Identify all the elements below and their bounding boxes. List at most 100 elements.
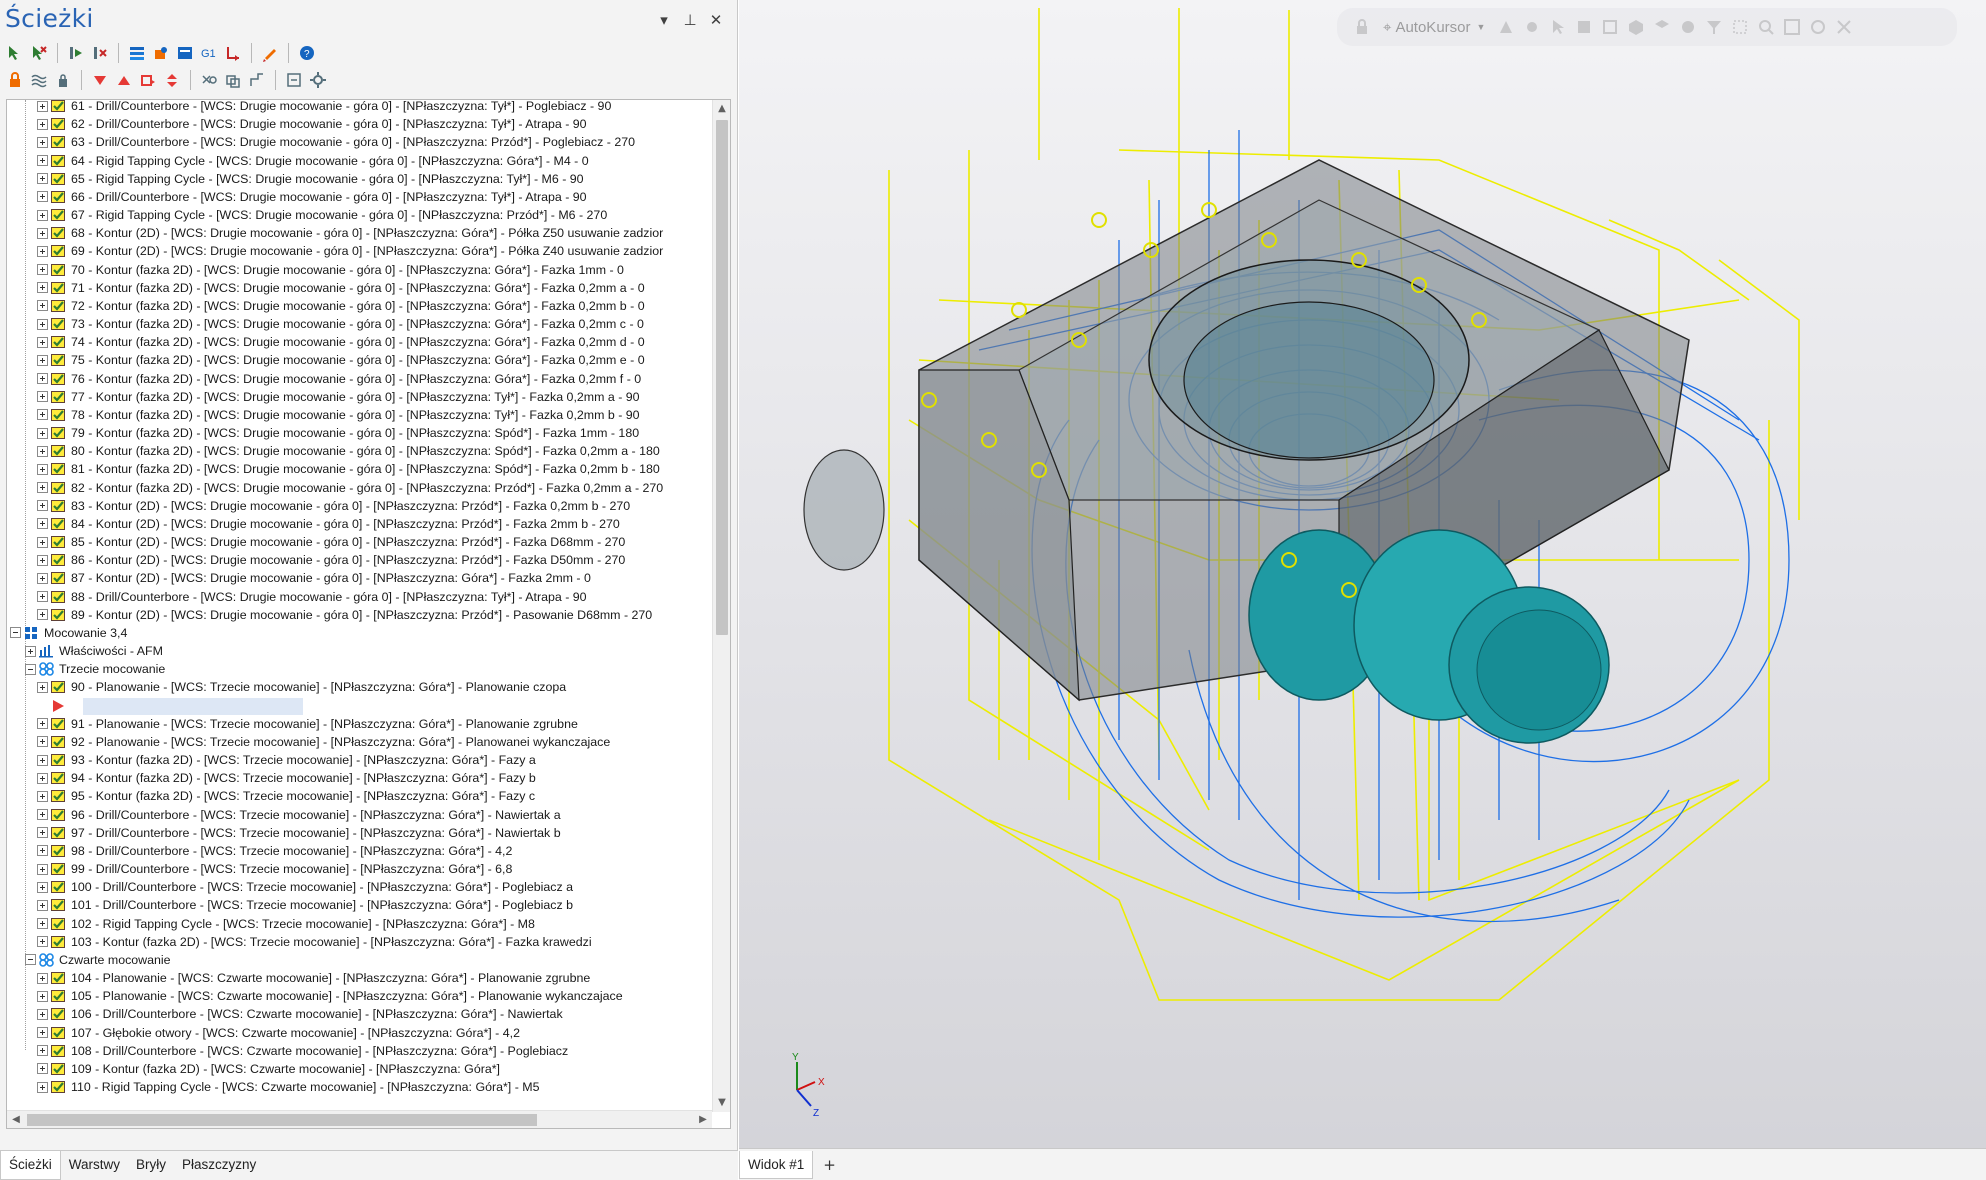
toolpath-row[interactable]: 75 - Kontur (fazka 2D) - [WCS: Drugie mo…	[37, 351, 645, 369]
regenerate-icon[interactable]	[65, 42, 87, 64]
expand-icon[interactable]	[37, 918, 48, 929]
pan-icon[interactable]	[1833, 16, 1855, 38]
expand-icon[interactable]	[37, 118, 48, 130]
expand-icon[interactable]	[37, 173, 48, 185]
expand-icon[interactable]	[37, 845, 48, 857]
expand-icon[interactable]	[37, 863, 48, 875]
toolpath-row[interactable]: 81 - Kontur (fazka 2D) - [WCS: Drugie mo…	[37, 460, 660, 478]
snap-settings-icon[interactable]	[1521, 16, 1543, 38]
expand-icon[interactable]	[37, 100, 48, 112]
expand-icon[interactable]	[37, 354, 48, 366]
toolpath-row[interactable]: 96 - Drill/Counterbore - [WCS: Trzecie m…	[37, 806, 561, 824]
toolpath-row[interactable]: 102 - Rigid Tapping Cycle - [WCS: Trzeci…	[37, 915, 535, 933]
expand-icon[interactable]	[37, 809, 48, 820]
expand-icon[interactable]	[37, 373, 48, 384]
select-arrow-icon[interactable]	[1547, 16, 1569, 38]
toolpath-row[interactable]: 64 - Rigid Tapping Cycle - [WCS: Drugie …	[37, 152, 589, 170]
toolpath-row[interactable]: 99 - Drill/Counterbore - [WCS: Trzecie m…	[37, 860, 512, 878]
copy-icon[interactable]	[198, 69, 220, 91]
expand-icon[interactable]	[37, 518, 48, 530]
expand-icon[interactable]	[37, 409, 48, 421]
toolpath-row[interactable]: 93 - Kontur (fazka 2D) - [WCS: Trzecie m…	[37, 751, 536, 769]
stock-icon[interactable]	[150, 42, 172, 64]
expand-icon[interactable]	[37, 391, 48, 403]
expand-icon[interactable]	[37, 754, 48, 766]
expand-icon[interactable]	[37, 427, 48, 439]
expand-icon[interactable]	[37, 899, 48, 911]
delete-toolpath-icon[interactable]	[89, 42, 111, 64]
section-view-icon[interactable]	[1677, 16, 1699, 38]
toolpath-row[interactable]: 87 - Kontur (2D) - [WCS: Drugie mocowani…	[37, 569, 591, 587]
tab-widok-1[interactable]: Widok #1	[739, 1150, 814, 1179]
toolpath-row[interactable]: 77 - Kontur (fazka 2D) - [WCS: Drugie mo…	[37, 388, 640, 406]
expand-icon[interactable]	[37, 609, 48, 621]
expand-icon[interactable]	[37, 1081, 48, 1093]
toolpath-row[interactable]: 83 - Kontur (2D) - [WCS: Drugie mocowani…	[37, 497, 630, 515]
expand-icon[interactable]	[37, 482, 48, 493]
move-up-icon[interactable]	[113, 69, 135, 91]
toolpath-row[interactable]: 68 - Kontur (2D) - [WCS: Drugie mocowani…	[37, 224, 663, 242]
properties-row[interactable]: Właściwości - AFM	[25, 642, 163, 660]
expand-icon[interactable]	[37, 772, 48, 784]
expand-icon[interactable]	[37, 155, 48, 166]
expand-icon[interactable]	[25, 645, 36, 657]
lock-icon[interactable]	[1351, 16, 1373, 38]
expand-icon[interactable]	[37, 790, 48, 802]
graphics-viewport[interactable]: ⌖ AutoKursor ▼ Y X Z	[739, 0, 1986, 1148]
expand-icon[interactable]	[37, 936, 48, 948]
cube-view-icon[interactable]	[1625, 16, 1647, 38]
expand-icon[interactable]	[37, 300, 48, 312]
autokursor-dropdown[interactable]: ⌖ AutoKursor ▼	[1383, 19, 1485, 36]
toolpath-row[interactable]: 65 - Rigid Tapping Cycle - [WCS: Drugie …	[37, 170, 584, 188]
scroll-left-icon[interactable]: ◀	[7, 1111, 25, 1128]
toolpath-row[interactable]: 98 - Drill/Counterbore - [WCS: Trzecie m…	[37, 842, 512, 860]
toolpath-row[interactable]: 97 - Drill/Counterbore - [WCS: Trzecie m…	[37, 824, 561, 842]
expand-icon[interactable]	[37, 191, 48, 203]
toolpath-row[interactable]: 100 - Drill/Counterbore - [WCS: Trzecie …	[37, 878, 573, 896]
toolpath-row[interactable]: 78 - Kontur (fazka 2D) - [WCS: Drugie mo…	[37, 406, 640, 424]
settings-icon[interactable]	[307, 69, 329, 91]
scroll-up-icon[interactable]: ▲	[713, 100, 730, 118]
wireframe-view-icon[interactable]	[1599, 16, 1621, 38]
simulate-icon[interactable]	[174, 42, 196, 64]
expand-icon[interactable]	[37, 318, 48, 330]
toolpath-row[interactable]: 106 - Drill/Counterbore - [WCS: Czwarte …	[37, 1005, 563, 1023]
toolpath-row[interactable]: 104 - Planowanie - [WCS: Czwarte mocowan…	[37, 969, 590, 987]
toolpath-row[interactable]: 72 - Kontur (fazka 2D) - [WCS: Drugie mo…	[37, 297, 645, 315]
expand-icon[interactable]	[37, 827, 48, 839]
tab-plaszczyzny[interactable]: Płaszczyzny	[174, 1151, 264, 1180]
zoom-window-icon[interactable]	[1755, 16, 1777, 38]
vertical-scrollbar[interactable]: ▲ ▼	[712, 100, 730, 1112]
lock-icon[interactable]	[4, 69, 26, 91]
toolpath-row[interactable]: 61 - Drill/Counterbore - [WCS: Drugie mo…	[37, 100, 611, 115]
toolpath-row[interactable]: 90 - Planowanie - [WCS: Trzecie mocowani…	[37, 678, 566, 696]
expand-icon[interactable]	[37, 536, 48, 548]
expand-icon[interactable]	[37, 718, 48, 730]
expand-icon[interactable]	[37, 881, 48, 893]
scroll-right-icon[interactable]: ▶	[694, 1111, 712, 1128]
panel-close-button[interactable]: ✕	[709, 10, 723, 30]
snap-icon[interactable]	[1495, 16, 1517, 38]
model-view[interactable]	[739, 0, 1986, 1148]
shaded-view-icon[interactable]	[1573, 16, 1595, 38]
expand-icon[interactable]	[37, 463, 48, 475]
expand-icon[interactable]	[37, 990, 48, 1002]
insertion-placeholder[interactable]	[83, 697, 303, 715]
padlock-icon[interactable]	[52, 69, 74, 91]
layers-icon[interactable]	[126, 42, 148, 64]
toolpath-row[interactable]: 82 - Kontur (fazka 2D) - [WCS: Drugie mo…	[37, 479, 663, 497]
add-view-button[interactable]: +	[813, 1156, 846, 1174]
expand-icon[interactable]	[37, 572, 48, 584]
group-row[interactable]: Mocowanie 3,4	[10, 624, 127, 642]
toolpath-row[interactable]: 66 - Drill/Counterbore - [WCS: Drugie mo…	[37, 188, 587, 206]
toolpath-row[interactable]: 80 - Kontur (fazka 2D) - [WCS: Drugie mo…	[37, 442, 660, 460]
zoom-fit-icon[interactable]	[1781, 16, 1803, 38]
expand-icon[interactable]	[37, 227, 48, 239]
expand-icon[interactable]	[37, 264, 48, 275]
expand-icon[interactable]	[37, 1027, 48, 1038]
wave-icon[interactable]	[28, 69, 50, 91]
toolpath-row[interactable]: 95 - Kontur (fazka 2D) - [WCS: Trzecie m…	[37, 787, 535, 805]
toolpath-row[interactable]: 70 - Kontur (fazka 2D) - [WCS: Drugie mo…	[37, 261, 624, 279]
edit-icon[interactable]	[259, 42, 281, 64]
toolpath-row[interactable]: 79 - Kontur (fazka 2D) - [WCS: Drugie mo…	[37, 424, 639, 442]
